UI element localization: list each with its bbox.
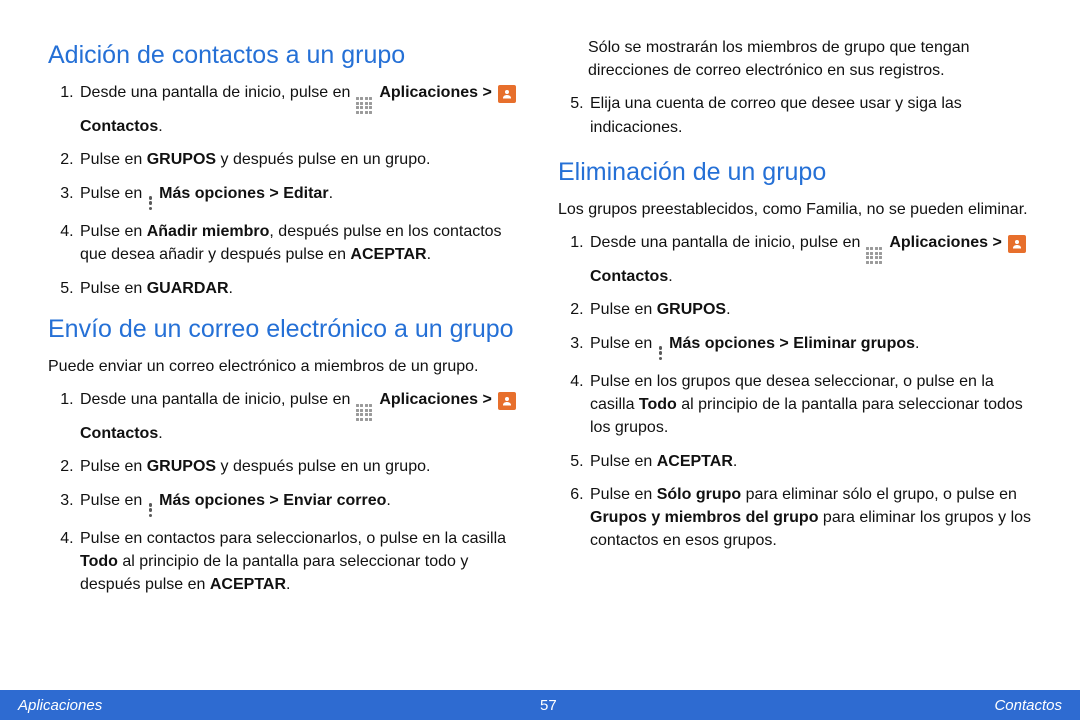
content-area: Adición de contactos a un grupo Desde un… [0,0,1080,690]
manual-page: Adición de contactos a un grupo Desde un… [0,0,1080,720]
text: Desde una pantalla de inicio, pulse en [590,234,865,251]
step: Pulse en ACEPTAR. [588,450,1032,473]
right-column: Sólo se mostrarán los miembros de grupo … [558,36,1032,678]
text: Pulse en contactos para seleccionarlos, … [80,530,506,547]
bold-text: Más opciones > Eliminar grupos [669,335,915,352]
step: Pulse en GUARDAR. [78,277,522,300]
text: . [229,280,233,297]
bold-text: GRUPOS [147,458,216,475]
bold-text: ACEPTAR [210,576,286,593]
text: . [286,576,290,593]
steps-email-group-continued: Sólo se mostrarán los miembros de grupo … [588,36,1032,82]
left-column: Adición de contactos a un grupo Desde un… [48,36,522,678]
step: Pulse en Más opciones > Enviar correo. [78,489,522,518]
step: Desde una pantalla de inicio, pulse en A… [78,388,522,445]
bold-text: GUARDAR [147,280,229,297]
step: Pulse en Más opciones > Eliminar grupos. [588,332,1032,361]
bold-text: Sólo grupo [657,486,741,503]
text: . [386,492,390,509]
text: . [915,335,919,352]
contacts-icon [498,85,516,103]
text: y después pulse en un grupo. [216,458,430,475]
bold-text: GRUPOS [657,301,726,318]
bold-text: Aplicaciones > [379,391,496,408]
text: Pulse en [590,335,657,352]
text: Pulse en [590,486,657,503]
more-options-icon [148,196,154,210]
steps-delete-group: Desde una pantalla de inicio, pulse en A… [588,231,1032,552]
contacts-icon [498,392,516,410]
step: Pulse en contactos para seleccionarlos, … [78,527,522,597]
text: . [158,425,162,442]
bold-text: Más opciones > Enviar correo [159,492,386,509]
text: . [427,246,431,263]
text: . [668,268,672,285]
steps-email-group-continued-list: Elija una cuenta de correo que desee usa… [588,92,1032,138]
step: Desde una pantalla de inicio, pulse en A… [588,231,1032,288]
steps-add-contacts: Desde una pantalla de inicio, pulse en A… [78,81,522,299]
bold-text: Grupos y miembros del grupo [590,509,818,526]
heading-delete-group: Eliminación de un grupo [558,157,1032,188]
text: y después pulse en un grupo. [216,151,430,168]
bold-text: ACEPTAR [657,453,733,470]
bold-text: Aplicaciones > [889,234,1006,251]
steps-email-group: Desde una pantalla de inicio, pulse en A… [78,388,522,596]
text: Desde una pantalla de inicio, pulse en [80,84,355,101]
bold-text: Aplicaciones > [379,84,496,101]
bold-text: Todo [80,553,118,570]
bold-text: Contactos [80,425,158,442]
footer-page-number: 57 [540,697,557,714]
bold-text: Contactos [80,118,158,135]
step: Elija una cuenta de correo que desee usa… [588,92,1032,138]
bold-text: Todo [639,396,677,413]
heading-email-group: Envío de un correo electrónico a un grup… [48,314,522,345]
text: Pulse en [80,223,147,240]
step: Pulse en GRUPOS. [588,298,1032,321]
apps-grid-icon [356,97,374,115]
note-text: Sólo se mostrarán los miembros de grupo … [588,36,1032,82]
step: Pulse en GRUPOS y después pulse en un gr… [78,148,522,171]
footer-left: Aplicaciones [18,697,102,714]
text: Pulse en [590,301,657,318]
bold-text: Contactos [590,268,668,285]
text: . [726,301,730,318]
text: Pulse en [80,185,147,202]
footer-right: Contactos [994,697,1062,714]
text: Pulse en [80,151,147,168]
bold-text: GRUPOS [147,151,216,168]
apps-grid-icon [356,404,374,422]
text: Pulse en [80,492,147,509]
step: Pulse en los grupos que desea selecciona… [588,370,1032,440]
step: Pulse en GRUPOS y después pulse en un gr… [78,455,522,478]
text: Pulse en [80,458,147,475]
more-options-icon [148,503,154,517]
text: Desde una pantalla de inicio, pulse en [80,391,355,408]
heading-add-contacts-to-group: Adición de contactos a un grupo [48,40,522,71]
step: Pulse en Sólo grupo para eliminar sólo e… [588,483,1032,553]
step: Desde una pantalla de inicio, pulse en A… [78,81,522,138]
contacts-icon [1008,235,1026,253]
text: para eliminar sólo el grupo, o pulse en [741,486,1017,503]
text: . [158,118,162,135]
apps-grid-icon [866,247,884,265]
text: . [329,185,333,202]
step: Pulse en Añadir miembro, después pulse e… [78,220,522,266]
bold-text: ACEPTAR [350,246,426,263]
lead-delete-group: Los grupos preestablecidos, como Familia… [558,198,1032,221]
step: Pulse en Más opciones > Editar. [78,182,522,211]
page-footer: Aplicaciones 57 Contactos [0,690,1080,720]
text: . [733,453,737,470]
text: Pulse en [590,453,657,470]
bold-text: Más opciones > Editar [159,185,328,202]
more-options-icon [658,346,664,360]
bold-text: Añadir miembro [147,223,270,240]
lead-email-group: Puede enviar un correo electrónico a mie… [48,355,522,378]
text: Pulse en [80,280,147,297]
